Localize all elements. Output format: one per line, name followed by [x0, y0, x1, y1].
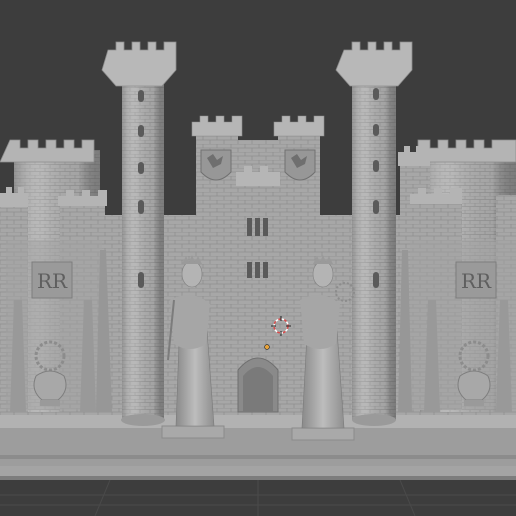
castle-model[interactable]: RR RR [0, 41, 516, 441]
left-monogram: RR [37, 269, 68, 293]
scene-canvas[interactable]: RR RR [0, 0, 516, 516]
central-gatehouse[interactable] [191, 115, 325, 415]
right-wing[interactable]: RR [398, 139, 516, 413]
origin-dot-icon [264, 344, 270, 350]
3d-viewport[interactable]: 3D Viewport [0, 0, 516, 516]
viewport-grid [0, 479, 516, 516]
base-platform[interactable] [0, 412, 516, 480]
right-monogram: RR [461, 269, 492, 293]
